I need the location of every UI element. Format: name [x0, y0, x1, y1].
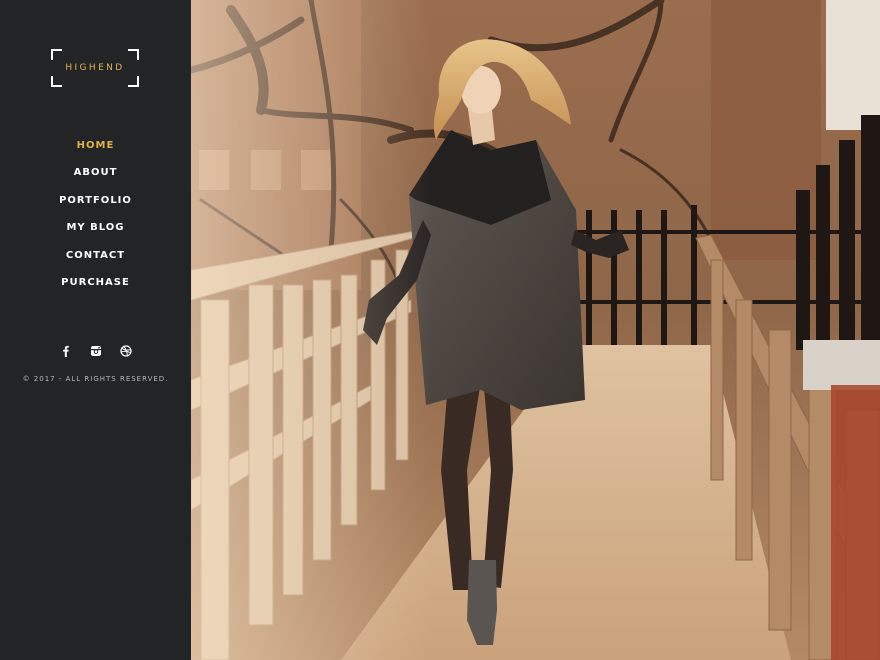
nav-item-about[interactable]: ABOUT [0, 163, 191, 190]
logo-corner [128, 49, 139, 60]
nav-link-blog[interactable]: MY BLOG [66, 222, 124, 233]
nav-link-contact[interactable]: CONTACT [66, 250, 125, 261]
logo-text: HIGHEND [65, 63, 125, 73]
hero-image [191, 0, 880, 660]
logo-corner [51, 76, 62, 87]
nav-link-about[interactable]: ABOUT [74, 167, 118, 178]
nav-item-contact[interactable]: CONTACT [0, 246, 191, 273]
dribbble-icon[interactable] [119, 344, 133, 358]
logo-corner [128, 76, 139, 87]
nav-item-purchase[interactable]: PURCHASE [0, 273, 191, 300]
nav-link-portfolio[interactable]: PORTFOLIO [59, 195, 132, 206]
site-logo[interactable]: HIGHEND [51, 49, 139, 87]
facebook-icon[interactable] [59, 344, 73, 358]
hero-photo [191, 0, 880, 660]
nav-item-portfolio[interactable]: PORTFOLIO [0, 191, 191, 218]
sidebar: HIGHEND HOME ABOUT PORTFOLIO MY BLOG CON… [0, 0, 191, 660]
social-links [0, 344, 191, 358]
nav-item-home[interactable]: HOME [0, 136, 191, 163]
instagram-icon[interactable] [89, 344, 103, 358]
main-nav: HOME ABOUT PORTFOLIO MY BLOG CONTACT PUR… [0, 136, 191, 300]
copyright-text: © 2017 - ALL RIGHTS RESERVED. [22, 375, 169, 383]
logo-corner [51, 49, 62, 60]
nav-item-blog[interactable]: MY BLOG [0, 218, 191, 245]
nav-link-purchase[interactable]: PURCHASE [61, 277, 130, 288]
nav-link-home[interactable]: HOME [77, 140, 115, 151]
